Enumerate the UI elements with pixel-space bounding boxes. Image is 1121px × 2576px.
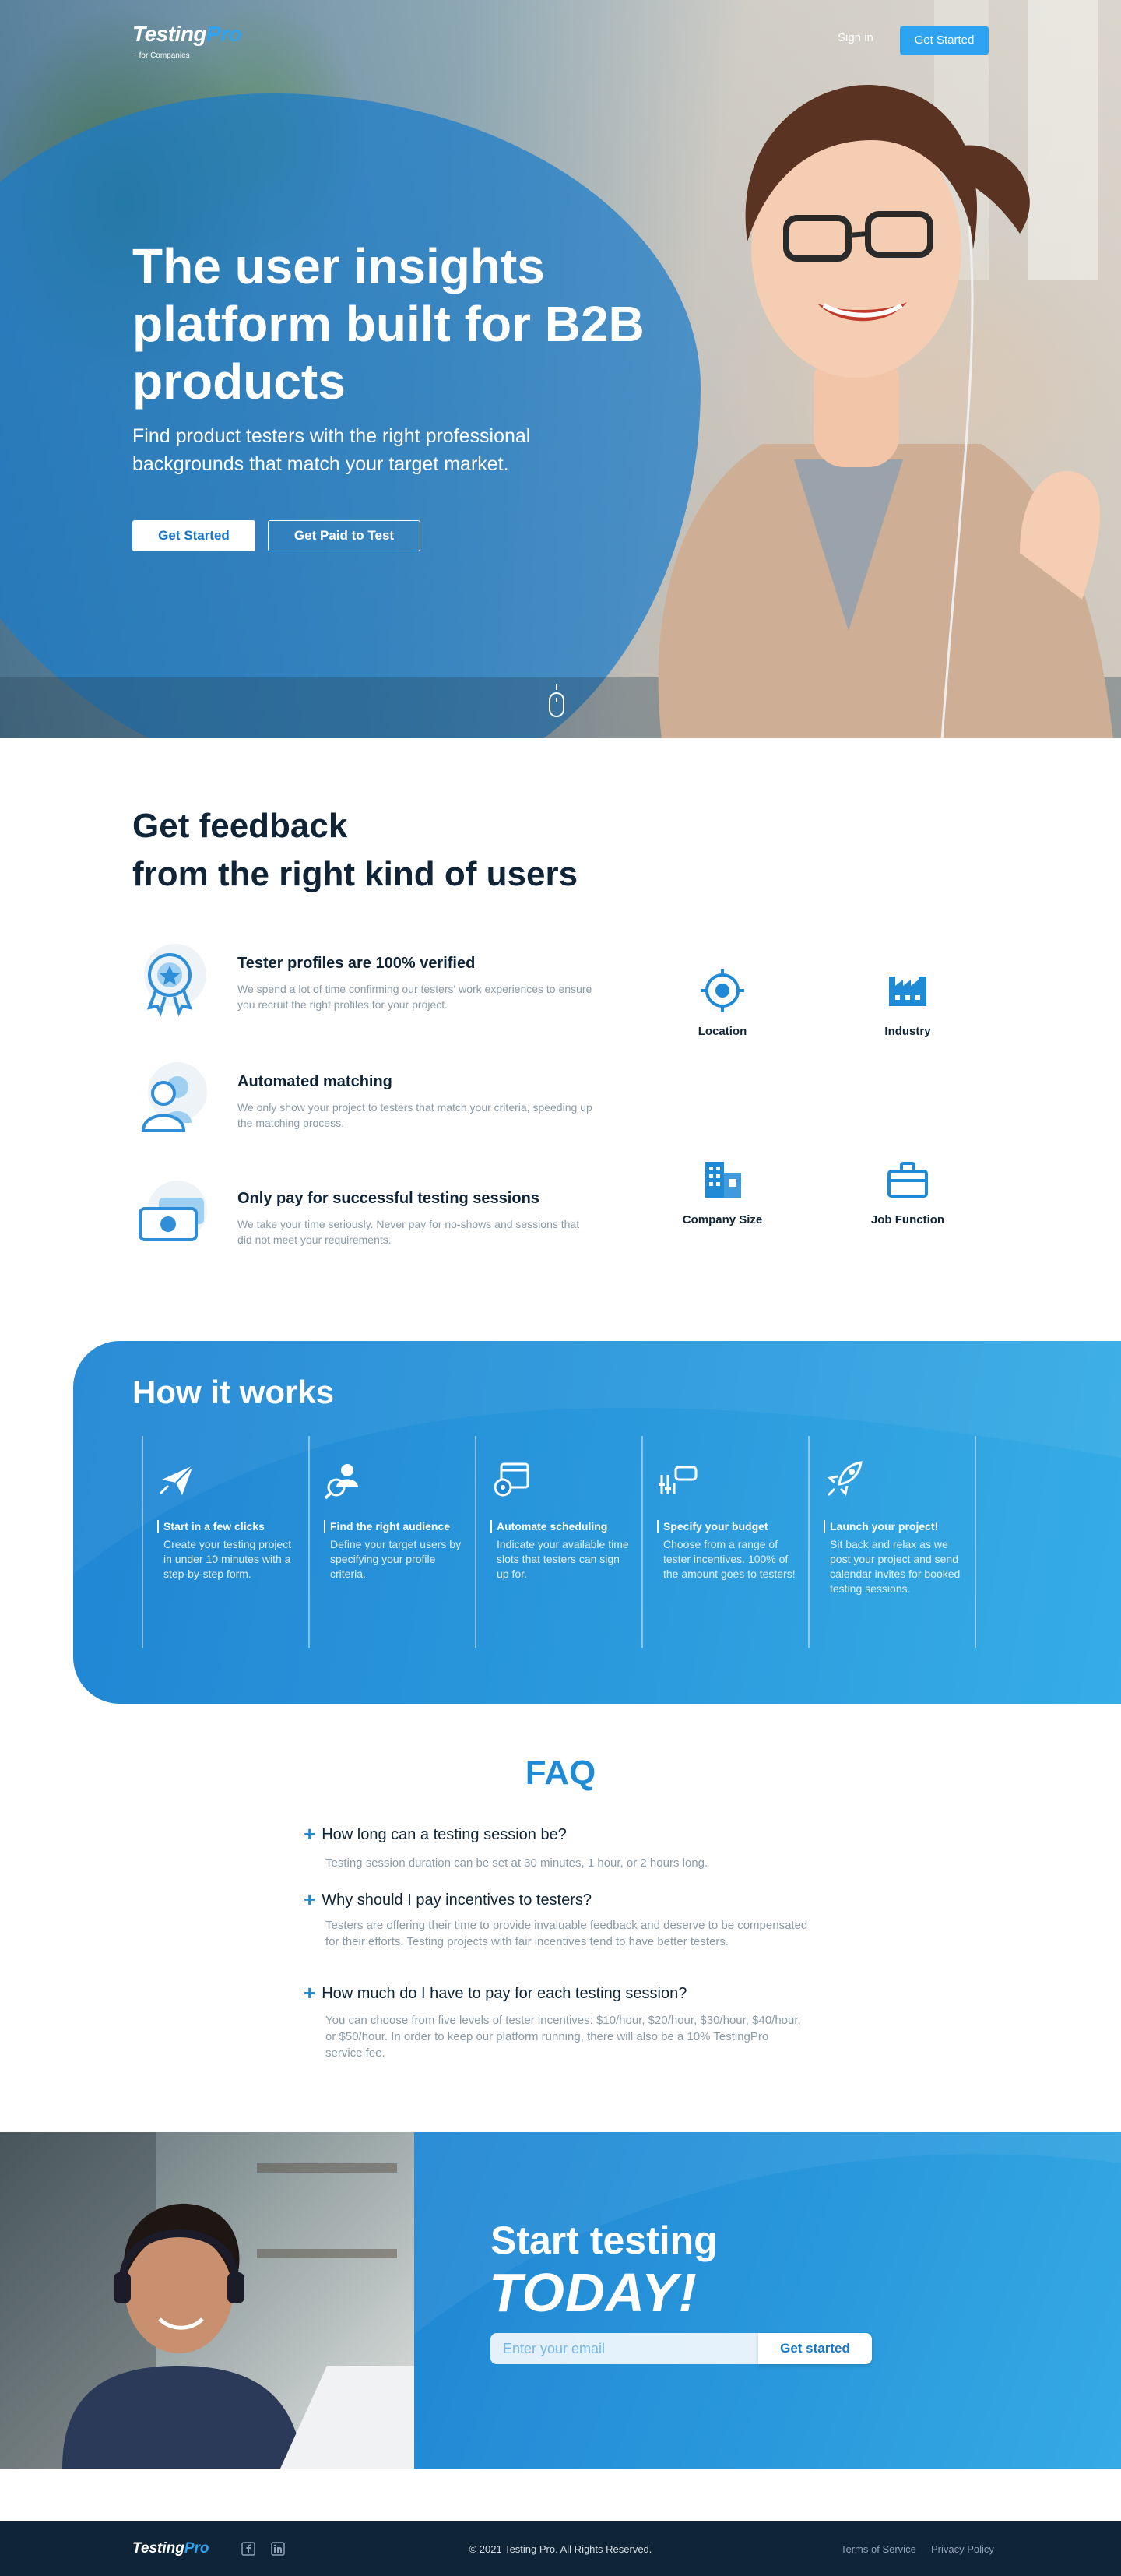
step-item: Find the right audience Define your targ…: [308, 1436, 475, 1648]
location-target-icon: [701, 969, 744, 1012]
email-input[interactable]: [490, 2333, 758, 2364]
cta-person-illustration: [0, 2132, 414, 2469]
faq-question[interactable]: + Why should I pay incentives to testers?: [304, 1888, 592, 1912]
rocket-icon: [827, 1461, 863, 1497]
get-paid-to-test-button[interactable]: Get Paid to Test: [268, 520, 420, 551]
step-divider: [975, 1436, 976, 1648]
money-icon: [139, 1181, 207, 1241]
step-desc: Create your testing project in under 10 …: [163, 1538, 292, 1580]
criteria-label: Company Size: [682, 1213, 763, 1226]
hero-get-started-button[interactable]: Get Started: [132, 520, 255, 551]
logo-accent-text: Pro: [206, 22, 242, 46]
verified-badge-icon: [144, 944, 206, 1017]
faq-question-text: How much do I have to pay for each testi…: [322, 1985, 687, 2002]
faq-answer: Testing session duration can be set at 3…: [325, 1856, 708, 1870]
feature-desc: We spend a lot of time confirming our te…: [237, 983, 592, 1011]
paper-plane-icon: [159, 1465, 194, 1495]
header-get-started-button[interactable]: Get Started: [900, 26, 989, 55]
faq-question-text: Why should I pay incentives to testers?: [322, 1892, 592, 1909]
criteria-label: Job Function: [870, 1213, 945, 1226]
faq-title: FAQ: [525, 1754, 596, 1792]
calendar-gear-icon: [494, 1462, 529, 1497]
feedback-title: Get feedback from the right kind of user…: [132, 802, 677, 899]
feature-title: Only pay for successful testing sessions: [237, 1190, 539, 1207]
feature-desc: We take your time seriously. Never pay f…: [237, 1218, 580, 1246]
step-title: Specify your budget: [657, 1520, 768, 1533]
step-title: Find the right audience: [324, 1520, 450, 1533]
plus-icon: +: [304, 1888, 316, 1911]
factory-icon: [889, 977, 926, 1006]
cta-get-started-button[interactable]: Get started: [758, 2333, 872, 2364]
plus-icon: +: [304, 1981, 316, 2004]
step-desc: Sit back and relax as we post your proje…: [830, 1538, 961, 1595]
feature-title: Tester profiles are 100% verified: [237, 955, 476, 972]
criteria-label: Industry: [884, 1025, 931, 1038]
logo-subtitle: ~ for Companies: [132, 51, 190, 60]
how-title: How it works: [132, 1374, 335, 1410]
cta-title: Start testing: [490, 2219, 718, 2262]
briefcase-icon: [887, 1162, 928, 1198]
criteria-company-size: Company Size: [660, 1154, 785, 1226]
faq-question[interactable]: + How much do I have to pay for each test…: [304, 1981, 687, 2005]
step-item: Specify your budget Choose from a range …: [641, 1436, 808, 1648]
step-item: Start in a few clicks Create your testin…: [142, 1436, 308, 1648]
signin-link[interactable]: Sign in: [838, 31, 873, 44]
hero-title: The user insights platform built for B2B…: [132, 238, 645, 410]
faq-answer: Testers are offering their time to provi…: [325, 1919, 808, 1948]
privacy-link[interactable]: Privacy Policy: [931, 2543, 994, 2555]
terms-link[interactable]: Terms of Service: [841, 2543, 916, 2555]
step-desc: Define your target users by specifying y…: [330, 1538, 462, 1580]
criteria-label: Location: [698, 1025, 747, 1038]
feature-item: Only pay for successful testing sessions…: [132, 1177, 599, 1263]
criteria-industry: Industry: [845, 966, 970, 1038]
logo-text: Testing: [132, 22, 207, 46]
faq-question[interactable]: + How long can a testing session be?: [304, 1822, 567, 1846]
feature-title: Automated matching: [237, 1073, 392, 1090]
search-user-icon: [324, 1464, 358, 1500]
hero-woman-photo: [658, 85, 1113, 738]
building-icon: [705, 1162, 741, 1198]
cta-person-photo: [0, 2132, 414, 2469]
header-logo[interactable]: TestingPro: [132, 22, 242, 47]
feature-desc: We only show your project to testers tha…: [237, 1101, 592, 1129]
step-item: Launch your project! Sit back and relax …: [808, 1436, 975, 1648]
step-title: Launch your project!: [824, 1520, 938, 1533]
feedback-title-line1: Get feedback: [132, 807, 348, 845]
user-match-icon: [141, 1062, 207, 1132]
hero-section: TestingPro ~ for Companies Sign in Get S…: [0, 0, 1121, 738]
step-desc: Indicate your available time slots that …: [497, 1538, 629, 1580]
feature-item: Tester profiles are 100% verified We spe…: [132, 942, 599, 1028]
how-it-works-section: How it works Start in a few clicks Creat…: [73, 1341, 1121, 1704]
hero-subtitle: Find product testers with the right prof…: [132, 425, 531, 475]
mouse-icon[interactable]: [548, 684, 565, 718]
sliders-icon: [659, 1466, 698, 1494]
feedback-title-line2: from the right kind of users: [132, 855, 578, 893]
step-title: Automate scheduling: [490, 1520, 607, 1533]
plus-icon: +: [304, 1822, 316, 1846]
faq-answer: You can choose from five levels of teste…: [325, 2014, 801, 2060]
step-item: Automate scheduling Indicate your availa…: [475, 1436, 641, 1648]
criteria-location: Location: [660, 966, 785, 1038]
faq-question-text: How long can a testing session be?: [322, 1826, 567, 1843]
step-desc: Choose from a range of tester incentives…: [663, 1538, 796, 1580]
cta-emphasis: TODAY!: [489, 2262, 698, 2323]
criteria-job-function: Job Function: [845, 1154, 970, 1226]
step-title: Start in a few clicks: [157, 1520, 265, 1533]
feature-item: Automated matching We only show your pro…: [132, 1061, 599, 1146]
